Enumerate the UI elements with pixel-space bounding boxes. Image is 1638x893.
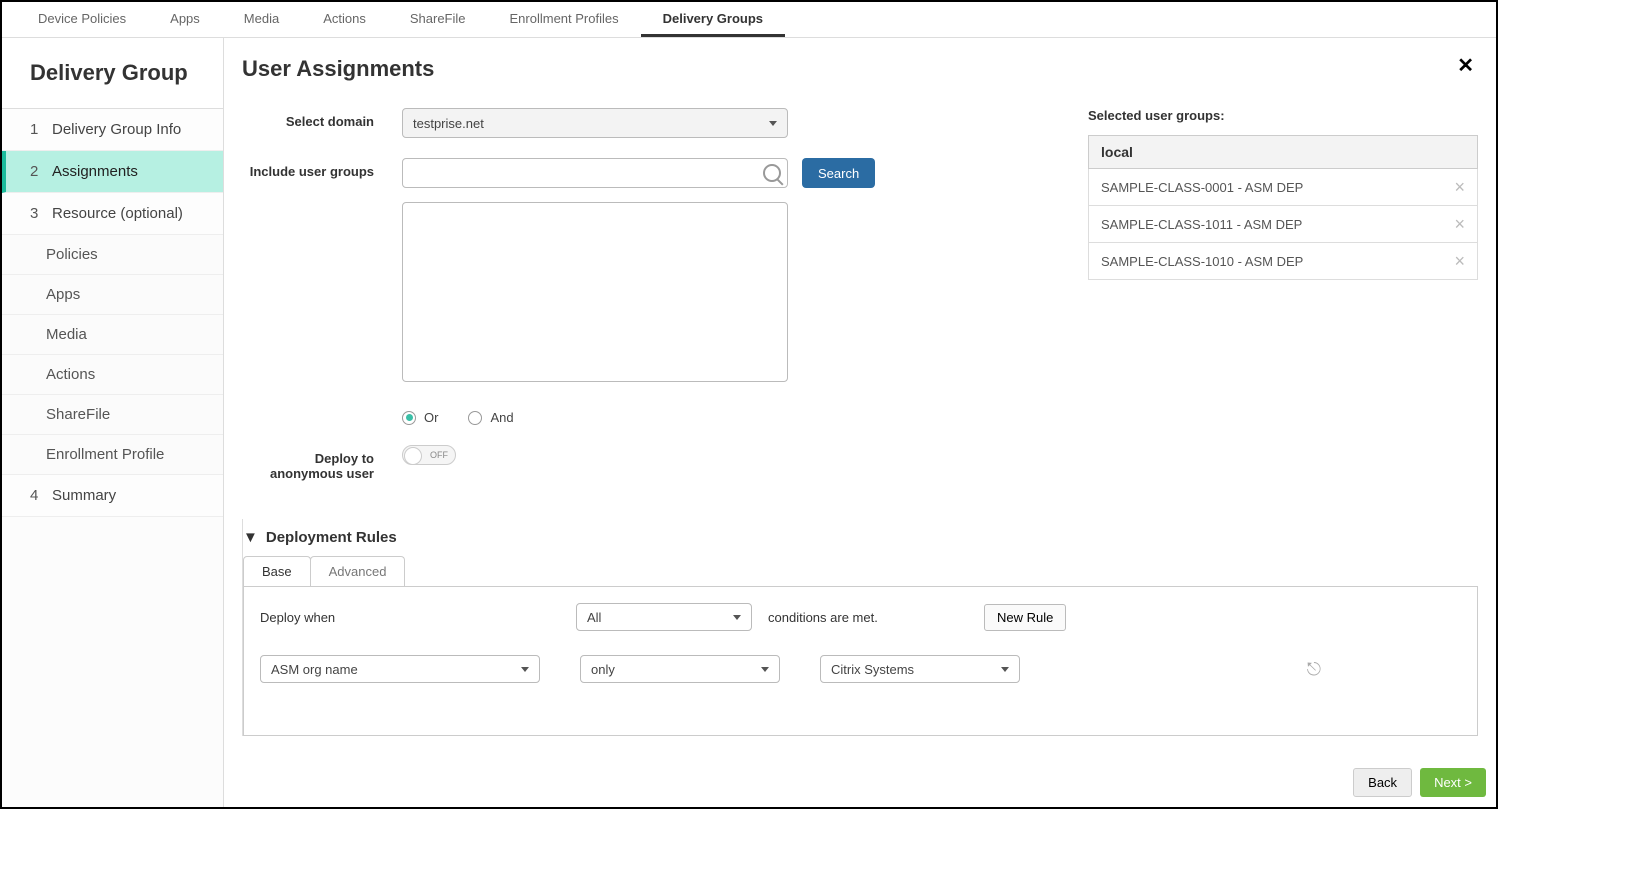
sidebar-sub-apps[interactable]: Apps	[2, 275, 223, 315]
step-number: 2	[30, 163, 42, 180]
remove-group-icon[interactable]: ×	[1454, 215, 1465, 233]
select-domain-label: Select domain	[242, 108, 402, 129]
include-user-groups-input-wrap[interactable]	[402, 158, 788, 188]
chevron-down-icon	[769, 121, 777, 126]
radio-off-icon	[468, 411, 482, 425]
tab-media[interactable]: Media	[222, 2, 301, 37]
conditions-suffix: conditions are met.	[768, 610, 968, 625]
rule-field-value: ASM org name	[271, 662, 358, 677]
chevron-down-icon	[1001, 667, 1009, 672]
step-label: Resource (optional)	[52, 205, 183, 222]
step-delivery-group-info[interactable]: 1 Delivery Group Info	[2, 109, 223, 151]
select-domain-value: testprise.net	[413, 116, 484, 131]
chevron-down-icon: ▼	[243, 529, 258, 546]
chevron-down-icon	[733, 615, 741, 620]
deploy-when-value: All	[587, 610, 601, 625]
include-user-groups-input[interactable]	[413, 166, 763, 181]
search-button[interactable]: Search	[802, 158, 875, 188]
toggle-value: OFF	[430, 450, 448, 460]
search-results-list[interactable]	[402, 202, 788, 382]
chevron-down-icon	[521, 667, 529, 672]
step-number: 1	[30, 121, 42, 138]
step-label: Assignments	[52, 163, 138, 180]
top-nav: Device Policies Apps Media Actions Share…	[2, 2, 1496, 38]
deploy-anon-label: Deploy to anonymous user	[242, 445, 402, 481]
tab-apps[interactable]: Apps	[148, 2, 222, 37]
select-domain-dropdown[interactable]: testprise.net	[402, 108, 788, 138]
tab-delivery-groups[interactable]: Delivery Groups	[641, 2, 785, 37]
step-label: Delivery Group Info	[52, 121, 181, 138]
search-icon	[763, 164, 781, 182]
radio-and[interactable]: And	[468, 410, 513, 425]
next-button[interactable]: Next >	[1420, 768, 1486, 797]
selected-group-name: SAMPLE-CLASS-0001 - ASM DEP	[1101, 180, 1303, 195]
radio-or[interactable]: Or	[402, 410, 438, 425]
delete-rule-icon[interactable]: ⎋	[1307, 659, 1321, 680]
sidebar-title: Delivery Group	[2, 38, 223, 109]
sidebar-sub-sharefile[interactable]: ShareFile	[2, 395, 223, 435]
rule-value-text: Citrix Systems	[831, 662, 914, 677]
back-button[interactable]: Back	[1353, 768, 1412, 797]
rule-field-select[interactable]: ASM org name	[260, 655, 540, 683]
chevron-down-icon	[761, 667, 769, 672]
new-rule-button[interactable]: New Rule	[984, 604, 1066, 631]
deployment-rules-title: Deployment Rules	[266, 529, 397, 546]
tab-enrollment-profiles[interactable]: Enrollment Profiles	[488, 2, 641, 37]
rule-operator-value: only	[591, 662, 615, 677]
page-title: User Assignments	[242, 56, 434, 82]
deploy-anon-toggle[interactable]: OFF	[402, 445, 456, 465]
rule-operator-select[interactable]: only	[580, 655, 780, 683]
sidebar-sub-enrollment-profile[interactable]: Enrollment Profile	[2, 435, 223, 475]
tab-sharefile[interactable]: ShareFile	[388, 2, 488, 37]
step-assignments[interactable]: 2 Assignments	[2, 151, 223, 193]
main-panel: User Assignments ✕ Select domain testpri…	[224, 38, 1496, 807]
wizard-sidebar: Delivery Group 1 Delivery Group Info 2 A…	[2, 38, 224, 807]
step-resource-optional[interactable]: 3 Resource (optional)	[2, 193, 223, 235]
deploy-when-label: Deploy when	[260, 610, 560, 625]
selected-group-row: SAMPLE-CLASS-0001 - ASM DEP ×	[1088, 169, 1478, 206]
remove-group-icon[interactable]: ×	[1454, 252, 1465, 270]
rules-tab-advanced[interactable]: Advanced	[310, 556, 406, 586]
remove-group-icon[interactable]: ×	[1454, 178, 1465, 196]
radio-on-icon	[402, 411, 416, 425]
include-user-groups-label: Include user groups	[242, 158, 402, 179]
sidebar-sub-policies[interactable]: Policies	[2, 235, 223, 275]
tab-actions[interactable]: Actions	[301, 2, 388, 37]
selected-group-row: SAMPLE-CLASS-1010 - ASM DEP ×	[1088, 243, 1478, 280]
rule-value-select[interactable]: Citrix Systems	[820, 655, 1020, 683]
step-number: 4	[30, 487, 42, 504]
deploy-when-select[interactable]: All	[576, 603, 752, 631]
deployment-rules-toggle[interactable]: ▼ Deployment Rules	[243, 529, 1478, 546]
close-icon[interactable]: ✕	[1453, 56, 1478, 76]
selected-groups-label: Selected user groups:	[1088, 108, 1478, 123]
rules-tab-base[interactable]: Base	[243, 556, 311, 586]
step-summary[interactable]: 4 Summary	[2, 475, 223, 517]
radio-or-label: Or	[424, 410, 438, 425]
selected-group-name: SAMPLE-CLASS-1010 - ASM DEP	[1101, 254, 1303, 269]
selected-group-row: SAMPLE-CLASS-1011 - ASM DEP ×	[1088, 206, 1478, 243]
tab-device-policies[interactable]: Device Policies	[16, 2, 148, 37]
selected-group-name: SAMPLE-CLASS-1011 - ASM DEP	[1101, 217, 1302, 232]
step-label: Summary	[52, 487, 116, 504]
sidebar-sub-actions[interactable]: Actions	[2, 355, 223, 395]
radio-and-label: And	[490, 410, 513, 425]
rules-box: Deploy when All conditions are met. New …	[243, 586, 1478, 736]
sidebar-sub-media[interactable]: Media	[2, 315, 223, 355]
step-number: 3	[30, 205, 42, 222]
selected-group-header: local	[1088, 135, 1478, 169]
